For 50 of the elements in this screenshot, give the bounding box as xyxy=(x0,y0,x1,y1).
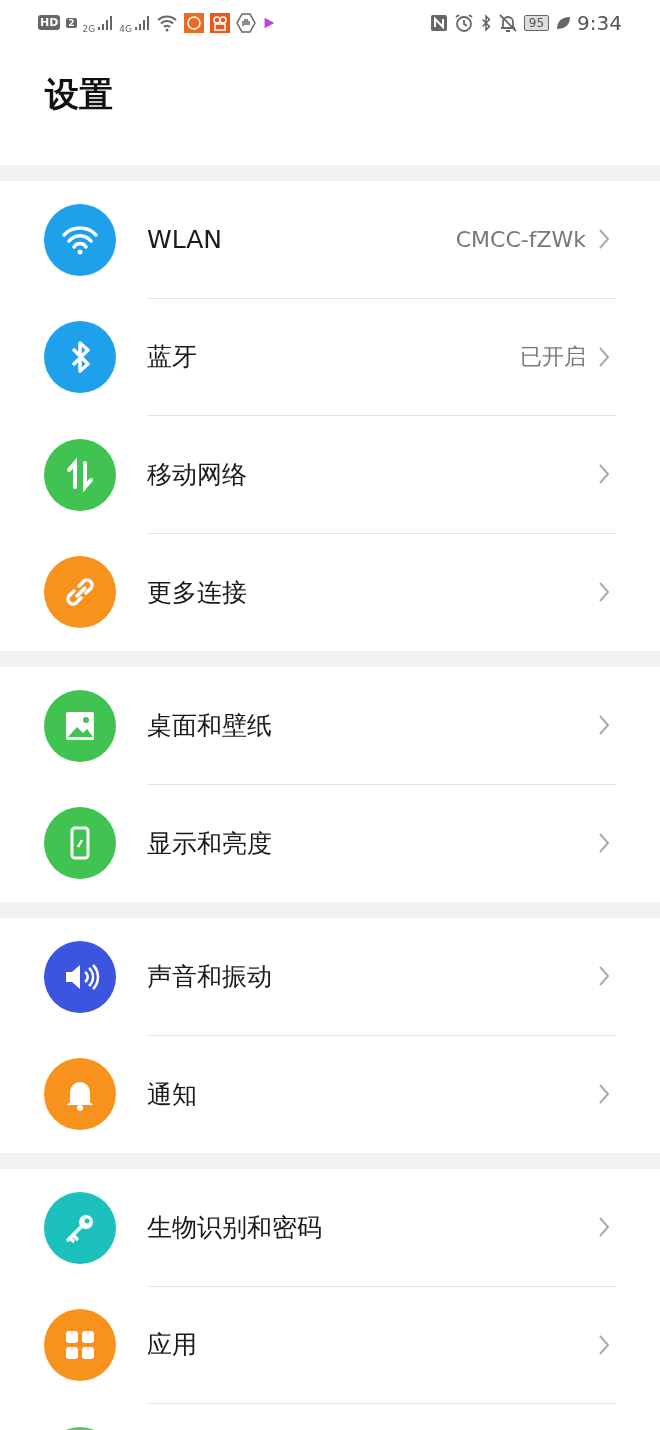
item-label: 生物识别和密码 xyxy=(147,1211,323,1244)
chevron-icon xyxy=(598,345,610,368)
settings-item[interactable]: 应用 xyxy=(0,1286,660,1404)
item-label: 桌面和壁纸 xyxy=(147,709,273,742)
clock-time: 9:34 xyxy=(577,10,622,35)
chevron-icon xyxy=(598,1333,610,1356)
bell-off-icon xyxy=(497,12,518,33)
settings-item[interactable]: 声音和振动 xyxy=(0,918,660,1036)
chevron-icon xyxy=(598,228,610,251)
item-label: 移动网络 xyxy=(147,458,248,491)
settings-item[interactable]: 更多连接 xyxy=(0,533,660,651)
network-label: 2G xyxy=(82,24,96,34)
nfc-icon xyxy=(429,13,448,32)
item-label: 显示和亮度 xyxy=(147,827,273,860)
chevron-icon xyxy=(598,714,610,737)
item-label: 更多连接 xyxy=(147,576,248,609)
chevron-icon xyxy=(598,832,610,855)
page-title: 设置 xyxy=(45,73,113,116)
chevron-icon xyxy=(598,1216,610,1239)
item-value: 已开启 xyxy=(520,342,586,371)
leaf-icon xyxy=(555,14,572,31)
item-label: 通知 xyxy=(147,1078,198,1111)
app-icon xyxy=(184,12,204,33)
settings-item[interactable]: 桌面和壁纸 xyxy=(0,667,660,785)
chevron-icon xyxy=(598,965,610,988)
chevron-icon xyxy=(598,581,610,604)
battery-indicator: 95 xyxy=(523,14,550,31)
item-label: WLAN xyxy=(147,224,224,254)
settings-item[interactable]: 蓝牙 已开启 xyxy=(0,298,660,416)
item-label: 声音和振动 xyxy=(147,960,273,993)
settings-item[interactable]: 通知 xyxy=(0,1035,660,1153)
item-label: 应用 xyxy=(147,1329,198,1362)
play-icon xyxy=(262,15,276,30)
settings-item[interactable]: 生物识别和密码 xyxy=(0,1169,660,1287)
settings-item[interactable]: 移动网络 xyxy=(0,416,660,534)
hd-badge: HD xyxy=(38,15,61,30)
item-label: 蓝牙 xyxy=(147,341,198,374)
signal-icon xyxy=(134,14,150,31)
chevron-icon xyxy=(598,463,610,486)
chevron-icon xyxy=(598,1083,610,1106)
signal-icon xyxy=(97,14,114,31)
wifi-icon xyxy=(156,13,178,32)
sim-badge: 2 xyxy=(66,17,77,28)
alarm-icon xyxy=(453,12,474,33)
app-icon xyxy=(210,12,230,33)
bluetooth-icon xyxy=(479,12,492,33)
settings-item[interactable]: 显示和亮度 xyxy=(0,784,660,902)
network-label: 4G xyxy=(119,24,132,34)
settings-item[interactable]: WLAN CMCC-fZWk xyxy=(0,181,660,299)
item-value: CMCC-fZWk xyxy=(455,226,586,252)
